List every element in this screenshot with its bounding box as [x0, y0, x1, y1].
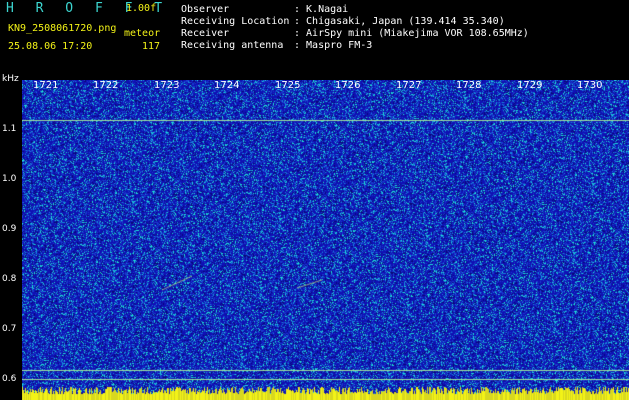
location-label: Receiving Location — [181, 16, 290, 27]
x-tick-label: 1722 — [93, 80, 119, 91]
header-panel: H R O F F T 1.00f KN9_2508061720.png met… — [0, 0, 629, 80]
x-tick-label: 1725 — [275, 80, 301, 91]
location-value: : Chigasaki, Japan (139.414 35.340) — [294, 16, 505, 27]
y-tick-label: 1.0 — [2, 174, 17, 184]
version-label: 1.00f — [126, 3, 157, 14]
y-tick-label: 0.6 — [2, 374, 17, 384]
observer-value: : K.Nagai — [294, 4, 349, 15]
y-tick-label: 1.1 — [2, 124, 17, 134]
mode-label: meteor — [124, 28, 161, 39]
observer-label: Observer — [181, 4, 230, 15]
antenna-label: Receiving antenna — [181, 40, 284, 51]
x-tick-label: 1729 — [517, 80, 543, 91]
x-tick-label: 1727 — [396, 80, 422, 91]
x-tick-label: 1730 — [577, 80, 603, 91]
receiver-value: : AirSpy mini (Miakejima VOR 108.65MHz) — [294, 28, 529, 39]
x-tick-label: 1724 — [214, 80, 240, 91]
x-tick-label: 1728 — [456, 80, 482, 91]
y-axis-unit: kHz — [2, 74, 19, 84]
count-label: 117 — [142, 41, 161, 52]
waterfall-plot — [22, 80, 629, 400]
datetime-label: 25.08.06 17:20 — [8, 41, 93, 52]
antenna-value: : Maspro FM-3 — [294, 40, 373, 51]
y-tick-label: 0.9 — [2, 224, 17, 234]
receiver-label: Receiver — [181, 28, 230, 39]
x-tick-label: 1721 — [33, 80, 59, 91]
x-tick-label: 1726 — [335, 80, 361, 91]
y-tick-label: 0.8 — [2, 274, 17, 284]
x-tick-label: 1723 — [154, 80, 180, 91]
waterfall-canvas — [22, 80, 629, 400]
y-tick-label: 0.7 — [2, 324, 17, 334]
filename-label: KN9_2508061720.png — [8, 23, 117, 34]
